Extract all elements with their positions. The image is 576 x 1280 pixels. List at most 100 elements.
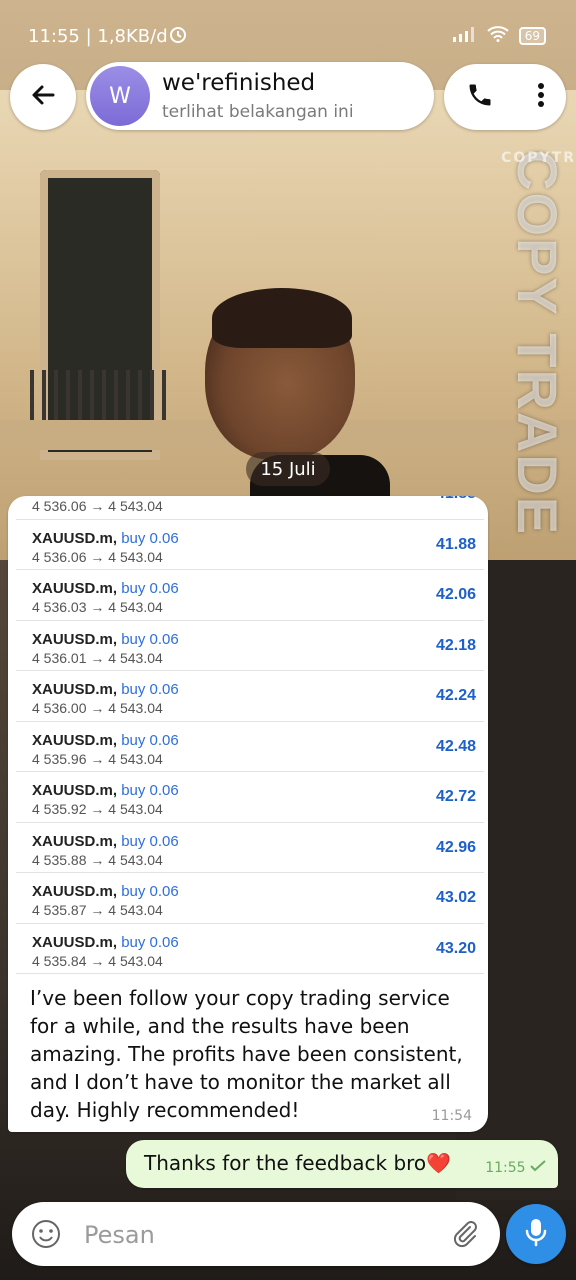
voice-record-button[interactable] xyxy=(506,1204,566,1264)
trade-prices: 4 536.03 → 4 543.04 xyxy=(32,599,163,615)
trade-close-price: 4 543.04 xyxy=(108,801,163,817)
battery-indicator: 69 xyxy=(518,27,546,45)
emoji-icon[interactable] xyxy=(30,1218,62,1254)
trade-symbol: XAUUSD.m, buy 0.06 xyxy=(32,731,179,749)
date-separator: 15 Juli xyxy=(246,452,330,486)
trade-profit: 41.88 xyxy=(436,496,476,503)
chat-header[interactable]: W we'refinished terlihat belakangan ini xyxy=(86,62,434,130)
arrow-right-icon: → xyxy=(90,801,105,817)
trade-side: buy 0.06 xyxy=(121,681,179,698)
table-row: XAUUSD.m, buy 0.06 4 536.03 → 4 543.04 42.… xyxy=(16,570,484,621)
table-row: XAUUSD.m, buy 0.064 536.06 → 4 543.0441.… xyxy=(16,496,484,520)
more-vertical-icon[interactable] xyxy=(537,81,545,113)
trade-open-price: 4 535.92 xyxy=(32,801,87,817)
wifi-icon xyxy=(487,26,509,46)
trade-open-price: 4 535.88 xyxy=(32,851,87,868)
arrow-left-icon xyxy=(29,81,57,113)
trade-close-price: 4 543.04 xyxy=(108,498,163,514)
signal-icon xyxy=(452,26,477,46)
chat-name: we'refinished xyxy=(162,70,316,96)
trade-symbol: XAUUSD.m, buy 0.06 xyxy=(32,681,179,698)
trade-profit: 43.02 xyxy=(435,889,476,906)
trade-close-price: 4 543.04 xyxy=(108,649,163,666)
back-button[interactable] xyxy=(10,64,76,130)
table-row: XAUUSD.m, buy 0.06 4 535.96 → 4 543.04 42.… xyxy=(16,722,484,772)
trade-symbol: XAUUSD.m, buy 0.06 xyxy=(32,832,179,850)
phone-icon[interactable] xyxy=(466,81,494,113)
trade-prices: 4 536.01 → 4 543.04 xyxy=(32,650,163,666)
trade-open-price: 4 536.03 xyxy=(32,599,87,615)
arrow-right-icon: → xyxy=(90,851,105,868)
status-time: 11:55 | 1,8KB/d xyxy=(28,26,168,47)
trade-profit: 42.06 xyxy=(435,586,476,603)
trade-close-price: 4 543.04 xyxy=(108,548,163,565)
incoming-message[interactable]: XAUUSD.m, buy 0.064 536.06 → 4 543.0441.… xyxy=(8,496,488,1132)
trade-side: buy 0.06 xyxy=(121,630,179,648)
message-input[interactable] xyxy=(82,1216,416,1254)
arrow-right-icon: → xyxy=(90,902,105,918)
status-bar: 11:55 | 1,8KB/d 69 xyxy=(0,0,576,70)
paperclip-icon[interactable] xyxy=(448,1218,480,1254)
table-row: XAUUSD.m, buy 0.06 4 535.87 → 4 543.04 43.… xyxy=(16,873,484,924)
trade-symbol: XAUUSD.m, buy 0.06 xyxy=(32,883,179,900)
trade-prices: 4 536.06 → 4 543.04 xyxy=(32,498,163,514)
message-text: I’ve been follow your copy trading servi… xyxy=(30,986,463,1122)
table-row: XAUUSD.m, buy 0.06 4 536.01 → 4 543.04 42.… xyxy=(16,621,484,671)
trade-open-price: 4 535.84 xyxy=(32,952,87,969)
arrow-right-icon: → xyxy=(90,548,105,565)
trade-open-price: 4 536.06 xyxy=(32,498,87,514)
trade-prices: 4 536.06 → 4 543.04 xyxy=(32,549,163,565)
trade-symbol: XAUUSD.m, buy 0.06 xyxy=(32,782,179,799)
trade-open-price: 4 535.96 xyxy=(32,750,87,767)
trade-side: buy 0.06 xyxy=(121,832,179,850)
trade-side: buy 0.06 xyxy=(121,883,179,900)
trade-profit: 42.48 xyxy=(435,737,476,755)
watermark-text: COPY TRADE xyxy=(506,150,569,537)
trade-close-price: 4 543.04 xyxy=(108,952,163,969)
trade-screenshot[interactable]: XAUUSD.m, buy 0.064 536.06 → 4 543.0441.… xyxy=(16,496,484,974)
trade-side: buy 0.06 xyxy=(121,731,179,749)
trade-side: buy 0.06 xyxy=(121,529,179,547)
trade-close-price: 4 543.04 xyxy=(108,851,163,868)
arrow-right-icon: → xyxy=(90,952,105,969)
arrow-right-icon: → xyxy=(90,498,105,514)
avatar[interactable]: W xyxy=(90,66,150,126)
trade-symbol: XAUUSD.m, buy 0.06 xyxy=(32,933,179,951)
trade-close-price: 4 543.04 xyxy=(108,599,163,615)
message-text: Thanks for the feedback bro❤️ xyxy=(144,1151,452,1175)
microphone-icon xyxy=(524,1217,548,1251)
trade-prices: 4 535.84 → 4 543.04 xyxy=(32,953,163,969)
trade-prices: 4 535.96 → 4 543.04 xyxy=(32,751,163,767)
trade-prices: 4 535.92 → 4 543.04 xyxy=(32,801,163,817)
message-time: 11:54 xyxy=(431,1108,472,1124)
trade-open-price: 4 536.00 xyxy=(32,700,87,716)
trade-symbol: XAUUSD.m, buy 0.06 xyxy=(32,580,179,597)
outgoing-message[interactable]: Thanks for the feedback bro❤️ 11:55 xyxy=(126,1140,558,1188)
arrow-right-icon: → xyxy=(90,649,105,666)
table-row: XAUUSD.m, buy 0.06 4 535.88 → 4 543.04 42.… xyxy=(16,823,484,873)
arrow-right-icon: → xyxy=(90,599,105,615)
trade-prices: 4 535.87 → 4 543.04 xyxy=(32,902,163,918)
trade-profit: 43.20 xyxy=(435,939,476,957)
trade-open-price: 4 536.06 xyxy=(32,548,87,565)
trade-profit: 41.88 xyxy=(435,535,476,553)
trade-symbol: XAUUSD.m, buy 0.06 xyxy=(32,529,179,547)
trade-prices: 4 536.00 → 4 543.04 xyxy=(32,700,163,716)
message-time: 11:55 xyxy=(485,1160,526,1176)
watermark-small-text: COPYTR xyxy=(501,150,576,166)
table-row: XAUUSD.m, buy 0.06 4 536.00 → 4 543.04 42.… xyxy=(16,671,484,722)
trade-profit: 42.18 xyxy=(435,636,476,654)
table-row: XAUUSD.m, buy 0.06 4 535.92 → 4 543.04 42.… xyxy=(16,772,484,823)
trade-profit: 42.96 xyxy=(435,838,476,856)
trade-side: buy 0.06 xyxy=(121,933,179,951)
trade-close-price: 4 543.04 xyxy=(108,700,163,716)
trade-prices: 4 535.88 → 4 543.04 xyxy=(32,852,163,868)
message-composer xyxy=(12,1202,500,1266)
trade-close-price: 4 543.04 xyxy=(108,902,163,918)
last-seen-status: terlihat belakangan ini xyxy=(162,102,354,122)
trade-close-price: 4 543.04 xyxy=(108,750,163,767)
trade-symbol: XAUUSD.m, buy 0.06 xyxy=(32,630,179,648)
trade-open-price: 4 535.87 xyxy=(32,902,87,918)
trade-profit: 42.24 xyxy=(435,687,476,704)
trade-side: buy 0.06 xyxy=(121,782,179,799)
